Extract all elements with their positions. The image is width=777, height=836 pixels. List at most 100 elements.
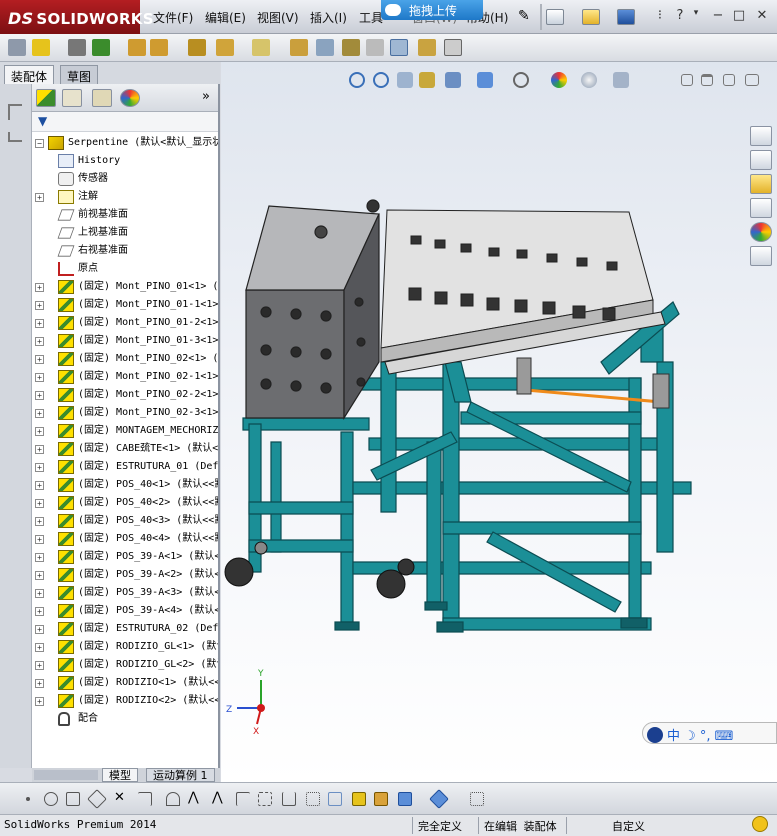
save-icon[interactable] [617, 9, 635, 25]
tree-item[interactable]: + (固定) Mont_PINO_02-1<1> [32, 368, 218, 386]
assembly-features-icon[interactable] [216, 39, 234, 56]
quick-tips-icon[interactable] [752, 816, 768, 832]
tab-motion-study[interactable]: 运动算例 1 [146, 768, 215, 782]
quick-snaps-icon[interactable] [398, 792, 412, 806]
menu-file[interactable]: 文件(F) [153, 9, 193, 26]
expand-toggle-icon[interactable]: + [35, 607, 44, 616]
tree-item[interactable]: History [32, 152, 218, 170]
tree-item[interactable]: 前视基准面 [32, 206, 218, 224]
tree-item[interactable]: + 注解 [32, 188, 218, 206]
tree-item[interactable]: + (固定) POS_40<3> (默认<<默 [32, 512, 218, 530]
ime-toolbar[interactable]: 中 ☽ °, ⌨ [642, 722, 777, 744]
sketch-relations-icon[interactable] [328, 792, 342, 806]
sketch-icon[interactable] [8, 104, 22, 120]
mirror-icon[interactable]: ⋀ [188, 790, 202, 805]
reference-geometry-icon[interactable] [252, 39, 270, 56]
configuration-manager-icon[interactable] [92, 89, 112, 107]
expand-toggle-icon[interactable]: + [35, 463, 44, 472]
corner-icon[interactable] [236, 792, 250, 806]
tree-item[interactable]: 上视基准面 [32, 224, 218, 242]
expand-toggle-icon[interactable]: + [35, 427, 44, 436]
new-document-icon[interactable] [546, 9, 564, 25]
feature-tree-icon[interactable] [36, 89, 56, 107]
expand-toggle-icon[interactable]: + [35, 499, 44, 508]
new-part-icon[interactable] [32, 39, 50, 56]
tree-item[interactable]: + (固定) Mont_PINO_02<1> (默 [32, 350, 218, 368]
update-icon[interactable] [418, 39, 436, 56]
mate-icon[interactable] [68, 39, 86, 56]
tab-scroll-arrows[interactable] [34, 770, 98, 780]
tree-item[interactable]: + (固定) Mont_PINO_02-3<1> [32, 404, 218, 422]
expand-toggle-icon[interactable]: + [35, 553, 44, 562]
exploded-view-icon[interactable] [342, 39, 360, 56]
tree-root-item[interactable]: − Serpentine (默认<默认_显示状态 [32, 134, 218, 152]
tree-item[interactable]: + (固定) Mont_PINO_02-2<1> [32, 386, 218, 404]
convert-entities-icon[interactable] [258, 792, 272, 806]
tree-item[interactable]: 原点 [32, 260, 218, 278]
expand-toggle-icon[interactable]: + [35, 409, 44, 418]
tree-item[interactable]: + (固定) POS_39-A<4> (默认< [32, 602, 218, 620]
line-icon[interactable] [138, 792, 152, 806]
move-entities-icon[interactable] [470, 792, 484, 806]
upload-overlay[interactable]: 拖拽上传 [381, 0, 483, 20]
pin-icon[interactable]: ✎ [518, 8, 536, 24]
tree-item[interactable]: + (固定) Mont_PINO_01-3<1> [32, 332, 218, 350]
expand-toggle-icon[interactable]: + [35, 697, 44, 706]
filter-icon[interactable]: ▼ [38, 114, 47, 128]
expand-toggle-icon[interactable]: + [35, 589, 44, 598]
linear-pattern-icon[interactable] [92, 39, 110, 56]
minimize-icon[interactable]: − [710, 8, 726, 24]
tree-item[interactable]: + (固定) RODIZIO<1> (默认<< [32, 674, 218, 692]
expand-toggle-icon[interactable]: + [35, 355, 44, 364]
menu-tools[interactable]: 工具 [359, 9, 383, 26]
expand-toggle-icon[interactable]: + [35, 283, 44, 292]
instant3d-icon[interactable] [390, 39, 408, 56]
expand-toggle-icon[interactable]: + [35, 679, 44, 688]
tree-item[interactable]: + (固定) CABE巯TE<1> (默认< [32, 440, 218, 458]
tree-item[interactable]: + (固定) RODIZIO_GL<2> (默认 [32, 656, 218, 674]
display-manager-icon[interactable] [120, 89, 140, 107]
tree-item[interactable]: + (固定) ESTRUTURA_02 (Defau [32, 620, 218, 638]
tree-item[interactable]: 右视基准面 [32, 242, 218, 260]
expand-arrows-icon[interactable]: » [202, 89, 210, 104]
tab-sketch[interactable]: 草图 [60, 65, 99, 84]
smart-fasteners-icon[interactable] [128, 39, 146, 56]
trim-icon[interactable]: ✕ [114, 790, 128, 805]
expand-toggle-icon[interactable]: + [35, 481, 44, 490]
display-relations-icon[interactable] [352, 792, 366, 806]
expand-toggle-icon[interactable]: + [35, 517, 44, 526]
expand-toggle-icon[interactable]: + [35, 319, 44, 328]
solidworks-logo[interactable]: DS SOLIDWORKS [0, 0, 154, 34]
offset-icon[interactable]: ⋀ [212, 790, 226, 805]
tree-item[interactable]: + (固定) POS_39-A<1> (默认< [32, 548, 218, 566]
grid-icon[interactable] [306, 792, 320, 806]
menu-view[interactable]: 视图(V) [257, 9, 299, 26]
tree-item[interactable]: + (固定) RODIZIO<2> (默认<< [32, 692, 218, 710]
expand-toggle-icon[interactable]: + [35, 445, 44, 454]
open-folder-icon[interactable] [582, 9, 600, 25]
smart-dimension-icon[interactable] [8, 132, 22, 142]
expand-toggle-icon[interactable]: + [35, 571, 44, 580]
expand-toggle-icon[interactable]: + [35, 301, 44, 310]
bill-of-materials-icon[interactable] [316, 39, 334, 56]
tree-item[interactable]: + (固定) Mont_PINO_01<1> (默 [32, 278, 218, 296]
graphics-viewport[interactable]: Y Z X 中 ☽ °, ⌨ [221, 62, 777, 782]
repair-sketch-icon[interactable] [374, 792, 388, 806]
snapshot-icon[interactable] [444, 39, 462, 56]
rapid-sketch-icon[interactable] [429, 789, 449, 809]
expand-toggle-icon[interactable]: + [35, 535, 44, 544]
menu-edit[interactable]: 编辑(E) [205, 9, 246, 26]
expand-toggle-icon[interactable]: + [35, 337, 44, 346]
circle-icon[interactable] [44, 792, 58, 806]
expand-toggle-icon[interactable]: + [35, 643, 44, 652]
tree-item[interactable]: 传感器 [32, 170, 218, 188]
point-icon[interactable] [26, 797, 30, 801]
expand-toggle-icon[interactable]: + [35, 625, 44, 634]
tree-item[interactable]: + (固定) POS_40<2> (默认<<默 [32, 494, 218, 512]
close-icon[interactable]: ✕ [754, 8, 770, 24]
property-manager-icon[interactable] [62, 89, 82, 107]
rectangle-icon[interactable] [66, 792, 80, 806]
dimension-icon[interactable] [282, 792, 296, 806]
polygon-icon[interactable] [87, 789, 107, 809]
new-motion-study-icon[interactable] [290, 39, 308, 56]
